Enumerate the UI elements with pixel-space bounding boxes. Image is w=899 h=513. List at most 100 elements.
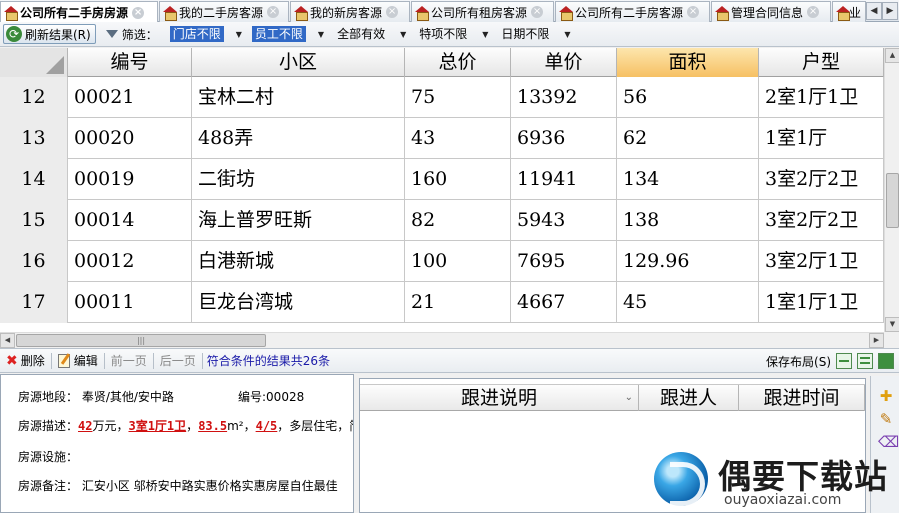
cell-unit-price[interactable]: 11941 — [511, 159, 617, 200]
cell-id[interactable]: 00019 — [68, 159, 192, 200]
scroll-left-icon[interactable]: ◀ — [0, 333, 15, 348]
layout-full-icon[interactable] — [878, 353, 894, 369]
cell-community[interactable]: 宝林二村 — [192, 77, 405, 118]
cell-id[interactable]: 00011 — [68, 282, 192, 323]
cell-area[interactable]: 138 — [617, 200, 759, 241]
cell-area[interactable]: 45 — [617, 282, 759, 323]
cell-id[interactable]: 00014 — [68, 200, 192, 241]
add-icon[interactable]: ✚ — [878, 388, 894, 404]
cell-layout[interactable]: 1室1厅1卫 — [759, 282, 884, 323]
table-row[interactable]: 13 00020 488弄 43 6936 62 1室1厅 — [0, 118, 884, 159]
tab-more[interactable]: 业 — [832, 1, 866, 22]
scroll-up-icon[interactable]: ▲ — [885, 48, 899, 63]
cell-total-price[interactable]: 100 — [405, 241, 511, 282]
cell-unit-price[interactable]: 5943 — [511, 200, 617, 241]
column-header-followup-time[interactable]: 跟进时间 — [739, 385, 865, 411]
column-header-community[interactable]: 小区 — [192, 48, 405, 77]
close-icon[interactable]: × — [386, 6, 399, 18]
cell-layout[interactable]: 3室2厅1卫 — [759, 241, 884, 282]
cell-community[interactable]: 白港新城 — [192, 241, 405, 282]
row-number[interactable]: 13 — [0, 118, 68, 159]
vertical-scroll-thumb[interactable] — [886, 173, 899, 228]
desc-price-unit: 万元， — [92, 419, 129, 433]
select-all-corner[interactable] — [0, 48, 68, 77]
tab-my-newhouse-clients[interactable]: 我的新房客源 × — [290, 1, 410, 22]
close-icon[interactable]: × — [807, 6, 820, 18]
layout-split-icon[interactable] — [857, 353, 873, 369]
grid-horizontal-scrollbar[interactable]: ◀ ||| ▶ — [0, 332, 884, 348]
row-number[interactable]: 16 — [0, 241, 68, 282]
desc-price: 42 — [78, 419, 93, 433]
scroll-right-icon[interactable]: ▶ — [869, 333, 884, 348]
cell-area[interactable]: 134 — [617, 159, 759, 200]
tab-scroll-right-icon[interactable]: ▶ — [882, 2, 898, 20]
prev-page-button[interactable]: 前一页 — [105, 350, 153, 372]
table-row[interactable]: 12 00021 宝林二村 75 13392 56 2室1厅1卫 — [0, 77, 884, 118]
cell-id[interactable]: 00021 — [68, 77, 192, 118]
edit-button[interactable]: 编辑 — [52, 350, 104, 372]
row-number[interactable]: 15 — [0, 200, 68, 241]
cell-area[interactable]: 56 — [617, 77, 759, 118]
tab-manage-contracts[interactable]: 管理合同信息 × — [711, 1, 831, 22]
row-number[interactable]: 12 — [0, 77, 68, 118]
close-icon[interactable]: × — [267, 6, 280, 18]
cell-layout[interactable]: 3室2厅2卫 — [759, 159, 884, 200]
cell-area[interactable]: 62 — [617, 118, 759, 159]
cell-unit-price[interactable]: 6936 — [511, 118, 617, 159]
column-header-followup-person[interactable]: 跟进人 — [639, 385, 739, 411]
layout-single-icon[interactable] — [836, 353, 852, 369]
edit-note-icon[interactable]: ✎ — [878, 411, 894, 427]
store-filter-select[interactable]: 门店不限 ▼ — [169, 25, 242, 43]
cell-community[interactable]: 488弄 — [192, 118, 405, 159]
cell-layout[interactable]: 3室2厅2卫 — [759, 200, 884, 241]
tab-company-rental-clients[interactable]: 公司所有租房客源 × — [411, 1, 554, 22]
table-row[interactable]: 16 00012 白港新城 100 7695 129.96 3室2厅1卫 — [0, 241, 884, 282]
cell-layout[interactable]: 1室1厅 — [759, 118, 884, 159]
tab-scroll-left-icon[interactable]: ◀ — [866, 2, 882, 20]
horizontal-scroll-thumb[interactable]: ||| — [16, 334, 266, 347]
detail-remark-row: 房源备注： 汇安小区 邬桥安中路实惠价格实惠房屋自住最佳 — [18, 477, 338, 494]
table-row[interactable]: 14 00019 二街坊 160 11941 134 3室2厅2卫 — [0, 159, 884, 200]
column-header-layout[interactable]: 户型 — [759, 48, 884, 77]
column-header-id[interactable]: 编号 — [68, 48, 192, 77]
table-row[interactable]: 15 00014 海上普罗旺斯 82 5943 138 3室2厅2卫 — [0, 200, 884, 241]
cell-area[interactable]: 129.96 — [617, 241, 759, 282]
close-icon[interactable]: × — [687, 6, 700, 18]
cell-total-price[interactable]: 82 — [405, 200, 511, 241]
cell-total-price[interactable]: 75 — [405, 77, 511, 118]
cell-id[interactable]: 00012 — [68, 241, 192, 282]
cell-total-price[interactable]: 43 — [405, 118, 511, 159]
close-icon[interactable]: × — [531, 6, 544, 18]
next-page-button[interactable]: 后一页 — [154, 350, 202, 372]
cell-layout[interactable]: 2室1厅1卫 — [759, 77, 884, 118]
special-filter-select[interactable]: 特项不限 ▼ — [416, 25, 488, 43]
date-filter-select[interactable]: 日期不限 ▼ — [498, 25, 570, 43]
save-layout-button[interactable]: 保存布局(S) — [766, 353, 831, 370]
cell-unit-price[interactable]: 7695 — [511, 241, 617, 282]
column-header-area[interactable]: 面积 — [617, 48, 759, 77]
table-row[interactable]: 17 00011 巨龙台湾城 21 4667 45 1室1厅1卫 — [0, 282, 884, 323]
cell-total-price[interactable]: 21 — [405, 282, 511, 323]
staff-filter-select[interactable]: 员工不限 ▼ — [251, 25, 324, 43]
row-number[interactable]: 14 — [0, 159, 68, 200]
row-number[interactable]: 17 — [0, 282, 68, 323]
cell-id[interactable]: 00020 — [68, 118, 192, 159]
cell-community[interactable]: 海上普罗旺斯 — [192, 200, 405, 241]
close-icon[interactable]: × — [132, 6, 145, 19]
tab-my-secondhand-clients[interactable]: 我的二手房客源 × — [159, 1, 289, 22]
tab-company-secondhand-listings[interactable]: 公司所有二手房房源 × — [0, 1, 158, 23]
cell-total-price[interactable]: 160 — [405, 159, 511, 200]
column-header-followup-note[interactable]: 跟进说明 ⌄ — [360, 385, 639, 411]
valid-filter-select[interactable]: 全部有效 ▼ — [334, 25, 406, 43]
tab-company-secondhand-clients[interactable]: 公司所有二手房客源 × — [555, 1, 710, 22]
column-header-total-price[interactable]: 总价 — [405, 48, 511, 77]
delete-button[interactable]: ✖ 删除 — [0, 350, 51, 372]
cell-community[interactable]: 巨龙台湾城 — [192, 282, 405, 323]
cell-community[interactable]: 二街坊 — [192, 159, 405, 200]
column-header-unit-price[interactable]: 单价 — [511, 48, 617, 77]
cell-unit-price[interactable]: 4667 — [511, 282, 617, 323]
refresh-button[interactable]: ⟳ 刷新结果(R) — [3, 24, 96, 44]
grid-vertical-scrollbar[interactable]: ▲ ▼ — [884, 48, 899, 332]
scroll-down-icon[interactable]: ▼ — [885, 317, 899, 332]
cell-unit-price[interactable]: 13392 — [511, 77, 617, 118]
